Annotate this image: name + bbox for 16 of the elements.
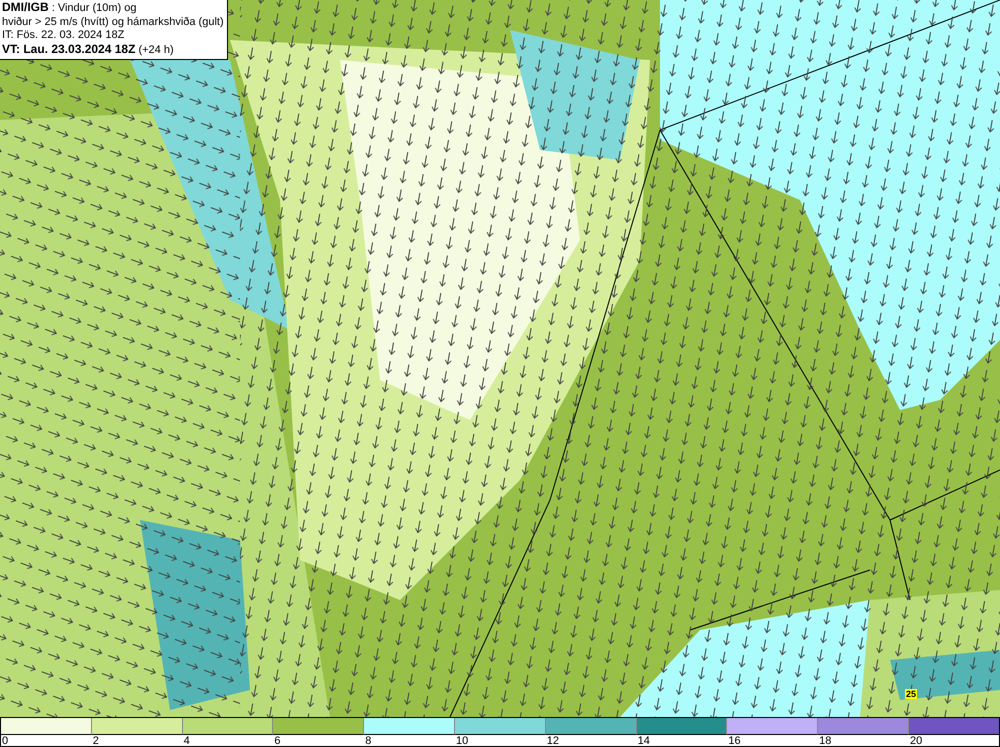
header-text: VT: Lau. 23.03.2024 18Z (+24 h) [2, 42, 175, 57]
legend-tick: 4 [182, 735, 190, 746]
header-text: DMI/IGB : Vindur (10m) og [2, 1, 138, 16]
legend-tick: 0 [1, 735, 8, 746]
header-text: hviður > 25 m/s (hvítt) og hámarkshviða (gult) [2, 16, 224, 29]
legend-tick: 16 [727, 735, 741, 746]
legend-tick: 6 [273, 735, 281, 746]
legend-tick: 10 [454, 735, 468, 746]
legend-tick: 18 [818, 735, 832, 746]
gust-label: 25 [905, 689, 918, 699]
legend-tick: 8 [364, 735, 372, 746]
legend-tick: 14 [636, 735, 650, 746]
legend-tick: 20 [908, 735, 922, 746]
legend-tick: 12 [546, 735, 560, 746]
legend-tick: 2 [92, 735, 99, 746]
header-text: IT: Fös. 22. 03. 2024 18Z [2, 29, 126, 42]
